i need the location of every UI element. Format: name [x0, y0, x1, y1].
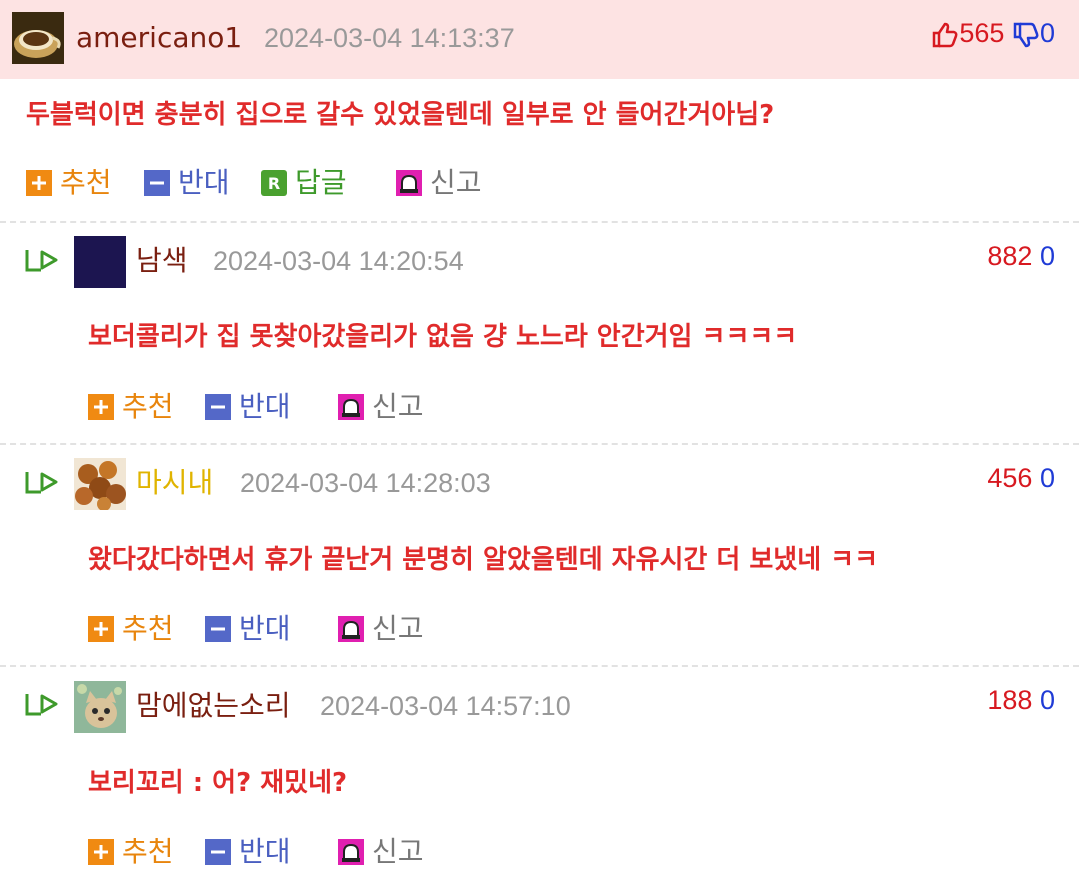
reply-arrow-icon — [24, 692, 60, 718]
nickname[interactable]: 마시내 — [136, 466, 213, 500]
divider — [0, 443, 1079, 445]
oppose-label: 반대 — [239, 835, 291, 868]
vote-counts: 565 0 — [931, 16, 1055, 50]
oppose-label: 반대 — [239, 390, 291, 423]
recommend-label: 추천 — [60, 166, 112, 199]
avatar[interactable] — [12, 12, 64, 64]
thumbs-up-icon[interactable] — [931, 21, 959, 49]
reply-r-icon: R — [261, 170, 287, 196]
report-button[interactable]: 신고 — [338, 835, 424, 869]
plus-icon — [88, 394, 114, 420]
vote-counts: 188 0 — [987, 683, 1055, 717]
report-button[interactable]: 신고 — [396, 166, 482, 200]
avatar[interactable] — [74, 236, 126, 288]
siren-icon — [338, 394, 364, 420]
reply-arrow-icon — [24, 248, 60, 274]
report-button[interactable]: 신고 — [338, 390, 424, 424]
down-count: 0 — [1039, 18, 1055, 48]
up-count: 882 — [987, 241, 1033, 271]
up-count: 188 — [987, 685, 1033, 715]
plus-icon — [88, 616, 114, 642]
comment-text: 보더콜리가 집 못찾아갔을리가 없음 걍 노느라 안간거임 ㅋㅋㅋㅋ — [88, 322, 798, 352]
plus-icon — [88, 839, 114, 865]
vote-counts: 456 0 — [987, 461, 1055, 495]
comment-timestamp: 2024-03-04 14:57:10 — [320, 691, 571, 721]
minus-icon — [144, 170, 170, 196]
recommend-label: 추천 — [122, 835, 174, 868]
down-count: 0 — [1039, 241, 1055, 271]
reply-button[interactable]: R 답글 — [261, 166, 347, 200]
report-label: 신고 — [372, 390, 424, 423]
recommend-button[interactable]: 추천 — [88, 835, 174, 869]
report-label: 신고 — [430, 166, 482, 199]
report-label: 신고 — [372, 835, 424, 868]
oppose-button[interactable]: 반대 — [205, 612, 291, 646]
plus-icon — [26, 170, 52, 196]
recommend-button[interactable]: 추천 — [88, 612, 174, 646]
avatar[interactable] — [74, 681, 126, 733]
svg-text:R: R — [268, 174, 280, 193]
comment-text: 보리꼬리 : 어? 재밌네? — [88, 768, 348, 798]
comment-timestamp: 2024-03-04 14:13:37 — [264, 23, 515, 53]
minus-icon — [205, 839, 231, 865]
comment-timestamp: 2024-03-04 14:20:54 — [213, 246, 464, 276]
divider — [0, 221, 1079, 223]
recommend-button[interactable]: 추천 — [26, 166, 112, 200]
oppose-button[interactable]: 반대 — [205, 835, 291, 869]
reply-label: 답글 — [295, 166, 347, 199]
oppose-button[interactable]: 반대 — [144, 166, 230, 200]
siren-icon — [338, 616, 364, 642]
reply-arrow-icon — [24, 470, 60, 496]
nickname[interactable]: 맘에없는소리 — [136, 689, 291, 723]
down-count: 0 — [1039, 685, 1055, 715]
minus-icon — [205, 394, 231, 420]
nickname[interactable]: 남색 — [136, 244, 188, 278]
siren-icon — [396, 170, 422, 196]
comment-text: 왔다갔다하면서 휴가 끝난거 분명히 알았을텐데 자유시간 더 보냈네 ㅋㅋ — [88, 545, 879, 575]
report-button[interactable]: 신고 — [338, 612, 424, 646]
down-count: 0 — [1039, 463, 1055, 493]
recommend-button[interactable]: 추천 — [88, 390, 174, 424]
comment-timestamp: 2024-03-04 14:28:03 — [240, 468, 491, 498]
recommend-label: 추천 — [122, 390, 174, 423]
vote-counts: 882 0 — [987, 239, 1055, 273]
oppose-label: 반대 — [239, 612, 291, 645]
divider — [0, 665, 1079, 667]
report-label: 신고 — [372, 612, 424, 645]
avatar[interactable] — [74, 458, 126, 510]
up-count: 565 — [959, 18, 1005, 48]
siren-icon — [338, 839, 364, 865]
comment-text: 두블럭이면 충분히 집으로 갈수 있었을텐데 일부로 안 들어간거아님? — [26, 100, 775, 130]
nickname[interactable]: americano1 — [76, 21, 242, 55]
recommend-label: 추천 — [122, 612, 174, 645]
thumbs-down-icon[interactable] — [1012, 21, 1040, 49]
oppose-button[interactable]: 반대 — [205, 390, 291, 424]
up-count: 456 — [987, 463, 1033, 493]
oppose-label: 반대 — [178, 166, 230, 199]
minus-icon — [205, 616, 231, 642]
